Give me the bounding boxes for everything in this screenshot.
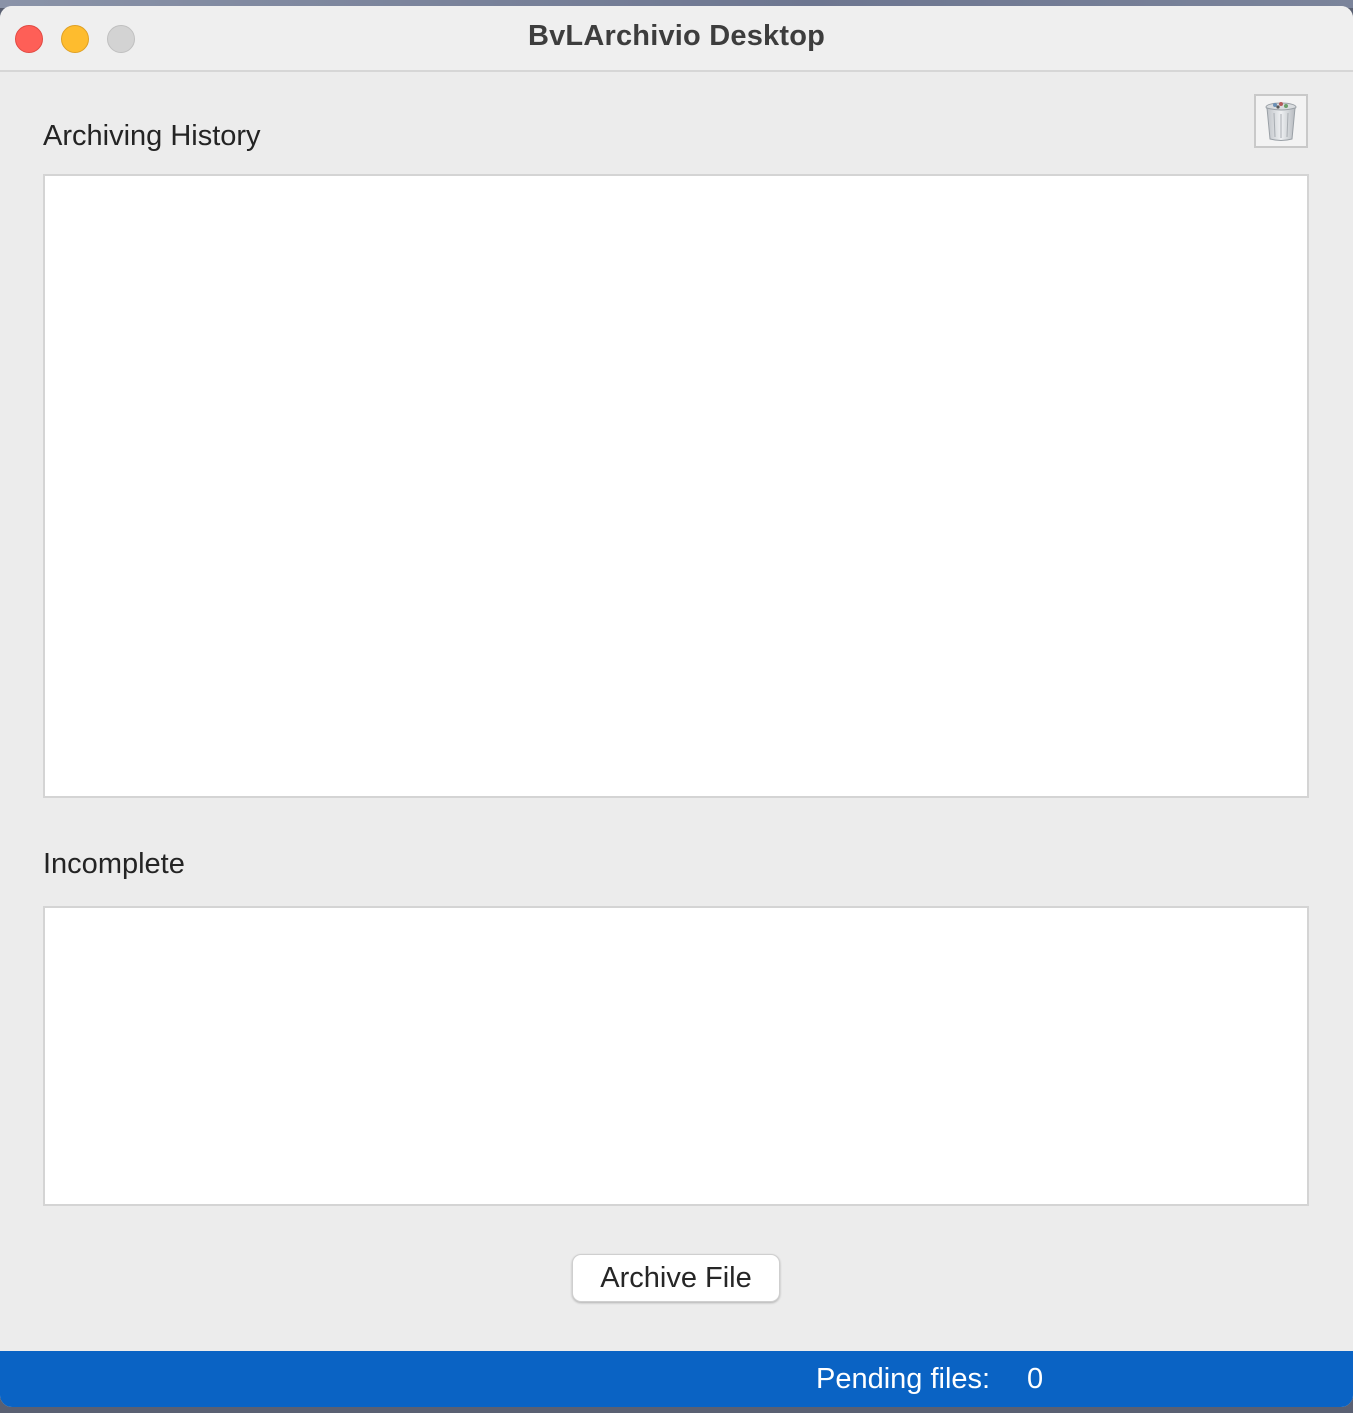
archiving-history-heading: Archiving History	[43, 120, 261, 152]
pending-files-label: Pending files:	[816, 1363, 991, 1395]
trash-can-icon	[1265, 102, 1297, 141]
incomplete-list[interactable]	[43, 906, 1309, 1206]
archiving-history-list[interactable]	[43, 174, 1309, 798]
pending-files-count: 0	[1027, 1363, 1044, 1395]
incomplete-heading: Incomplete	[43, 848, 185, 880]
status-bar: Pending files: 0	[0, 1351, 1353, 1407]
clear-history-button[interactable]	[1254, 94, 1308, 148]
window-title: BvLArchivio Desktop	[527, 20, 826, 52]
archive-file-button[interactable]: Archive File	[572, 1254, 780, 1302]
title-bar[interactable]: BvLArchivio Desktop	[0, 6, 1353, 72]
app-window: BvLArchivio Desktop Archiving History In…	[0, 6, 1353, 1407]
